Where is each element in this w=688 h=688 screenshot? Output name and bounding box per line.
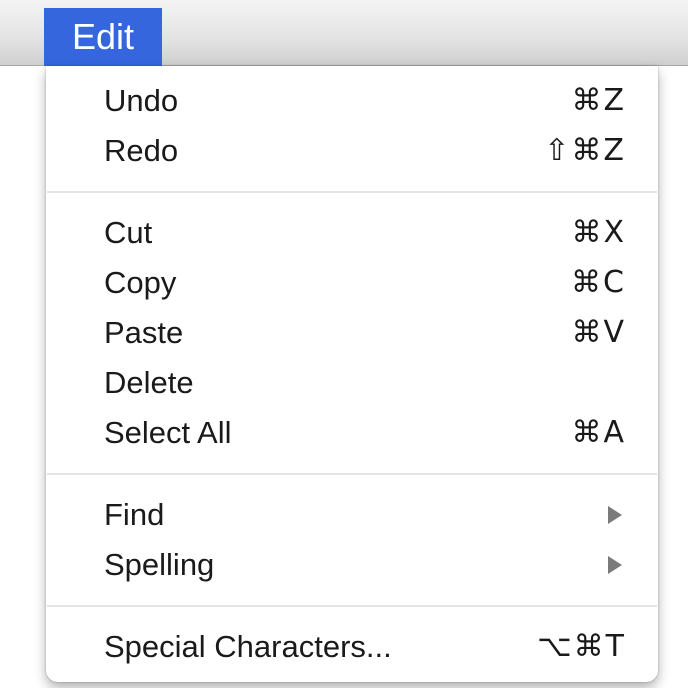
edit-menu-dropdown: Undo ⌘Z Redo ⇧⌘Z Cut ⌘X Copy ⌘C Paste ⌘V… <box>46 66 658 682</box>
menu-item-shortcut: ⌘V <box>571 315 626 350</box>
menu-item-select-all[interactable]: Select All ⌘A <box>46 408 658 458</box>
menu-item-label: Copy <box>104 265 177 300</box>
menu-bar: Edit <box>0 0 688 66</box>
menu-item-copy[interactable]: Copy ⌘C <box>46 258 658 308</box>
menu-item-shortcut: ⌘C <box>571 265 626 300</box>
menu-item-shortcut: ⌥⌘T <box>537 629 626 664</box>
menu-item-label: Spelling <box>104 547 215 582</box>
menu-item-special-characters[interactable]: Special Characters... ⌥⌘T <box>46 622 658 672</box>
menu-item-label: Cut <box>104 215 153 250</box>
menu-item-label: Paste <box>104 315 184 350</box>
menu-item-delete[interactable]: Delete <box>46 358 658 408</box>
menu-item-undo[interactable]: Undo ⌘Z <box>46 76 658 126</box>
submenu-arrow-icon <box>608 556 622 574</box>
menu-item-redo[interactable]: Redo ⇧⌘Z <box>46 126 658 176</box>
submenu-arrow-icon <box>608 506 622 524</box>
menu-item-label: Select All <box>104 415 232 450</box>
menu-item-label: Find <box>104 497 165 532</box>
menu-item-shortcut: ⌘X <box>571 215 626 250</box>
menu-item-shortcut: ⇧⌘Z <box>544 133 626 168</box>
menu-item-label: Redo <box>104 133 179 168</box>
menu-item-shortcut: ⌘Z <box>571 83 626 118</box>
menu-item-paste[interactable]: Paste ⌘V <box>46 308 658 358</box>
menu-item-label: Undo <box>104 83 179 118</box>
menu-item-spelling[interactable]: Spelling <box>46 540 658 590</box>
menu-item-label: Special Characters... <box>104 629 392 664</box>
menu-item-find[interactable]: Find <box>46 490 658 540</box>
menu-separator <box>46 458 658 490</box>
menu-separator <box>46 590 658 622</box>
screen: Edit Undo ⌘Z Redo ⇧⌘Z Cut ⌘X Copy ⌘C Pas… <box>0 0 688 688</box>
menu-item-shortcut: ⌘A <box>571 415 626 450</box>
menu-item-label: Delete <box>104 365 194 400</box>
menu-item-cut[interactable]: Cut ⌘X <box>46 208 658 258</box>
menu-separator <box>46 176 658 208</box>
edit-menu-title[interactable]: Edit <box>44 8 162 66</box>
